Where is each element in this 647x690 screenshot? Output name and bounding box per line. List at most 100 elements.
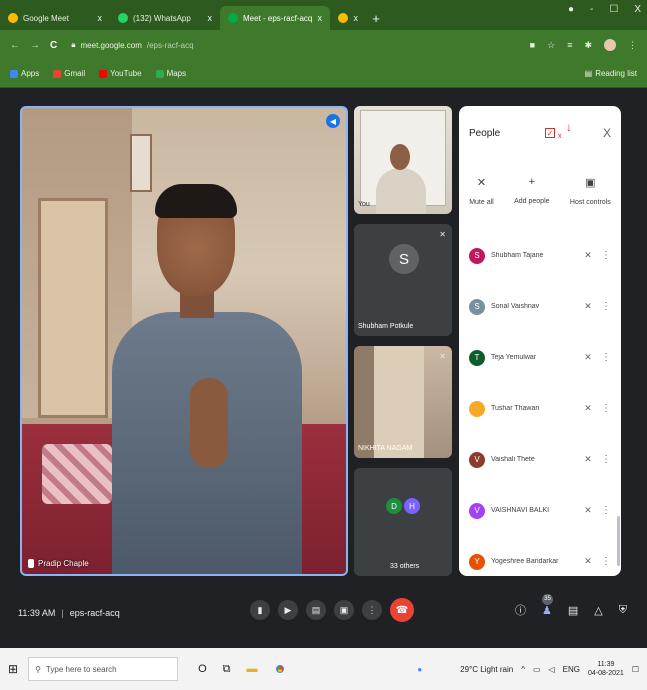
more-options-icon[interactable]: ⋮ bbox=[601, 352, 611, 363]
host-controls-button[interactable]: ⛨ bbox=[619, 604, 627, 617]
speaking-indicator-icon: ◀ bbox=[326, 114, 340, 128]
captions-button[interactable]: ▤ bbox=[306, 600, 326, 620]
bookmark-maps[interactable]: Maps bbox=[155, 69, 186, 78]
bookmark-apps[interactable]: Apps bbox=[10, 69, 39, 78]
present-button[interactable]: ▣ bbox=[334, 600, 354, 620]
participant-video bbox=[112, 184, 302, 574]
mic-off-icon[interactable]: ✕ bbox=[581, 454, 595, 465]
more-options-icon[interactable]: ⋮ bbox=[601, 301, 611, 312]
maps-icon bbox=[155, 69, 164, 78]
mic-off-icon[interactable]: ✕ bbox=[581, 403, 595, 414]
more-options-icon[interactable]: ⋮ bbox=[601, 250, 611, 261]
chrome-icon[interactable] bbox=[273, 662, 288, 676]
panel-actions: ✕ Mute all + Add people ▣ Host controls bbox=[459, 176, 621, 206]
activities-icon: △ bbox=[594, 604, 603, 617]
menu-icon[interactable]: ⋮ bbox=[628, 40, 637, 51]
close-tab-icon[interactable]: x bbox=[354, 13, 359, 23]
host-controls-icon: ▣ bbox=[585, 177, 596, 189]
mute-all-button[interactable]: ✕ Mute all bbox=[469, 176, 494, 206]
close-panel-button[interactable]: X bbox=[603, 126, 611, 140]
tab-meet-call[interactable]: Meet - eps-racf-acq x bbox=[220, 6, 330, 30]
extension-icon[interactable]: ≡ bbox=[567, 40, 572, 50]
back-button[interactable]: ← bbox=[10, 40, 20, 51]
more-options-button[interactable]: ⋮ bbox=[362, 600, 382, 620]
mic-off-icon[interactable]: ✕ bbox=[581, 301, 595, 312]
list-item[interactable]: V Vaishali Thete ✕ ⋮ bbox=[459, 434, 621, 485]
cortana-icon[interactable]: O bbox=[198, 663, 207, 675]
list-item[interactable]: V VAISHNAVI BALKI ✕ ⋮ bbox=[459, 485, 621, 536]
list-item[interactable]: S Shubham Tajane ✕ ⋮ bbox=[459, 230, 621, 281]
profile-dot-icon[interactable]: ● bbox=[568, 4, 574, 15]
tab-whatsapp[interactable]: (132) WhatsApp x bbox=[110, 6, 220, 30]
main-video-tile[interactable]: ◀ Pradip Chaple bbox=[20, 106, 348, 576]
avatar[interactable] bbox=[604, 39, 616, 51]
notifications-icon[interactable]: ☐ bbox=[632, 665, 639, 674]
windows-taskbar: ⊞ ⚲ Type here to search O ⧉ ▬ ● 29°C Lig… bbox=[0, 648, 647, 690]
chat-icon: ▤ bbox=[567, 604, 579, 617]
mic-off-icon[interactable]: ✕ bbox=[581, 505, 595, 516]
add-people-button[interactable]: + Add people bbox=[514, 176, 549, 206]
host-controls-button[interactable]: ▣ Host controls bbox=[570, 176, 611, 206]
mic-off-icon[interactable]: ✕ bbox=[581, 352, 595, 363]
microphone-button[interactable]: ▮ bbox=[250, 600, 270, 620]
close-tab-icon[interactable]: x bbox=[98, 13, 103, 23]
network-icon[interactable]: ▭ bbox=[533, 665, 541, 674]
activities-button[interactable]: △ bbox=[594, 604, 602, 617]
reading-list-button[interactable]: ▤ Reading list bbox=[585, 69, 637, 78]
tab-google-meet[interactable]: Google Meet x bbox=[0, 6, 110, 30]
list-item[interactable]: S Sonal Vaishnav ✕ ⋮ bbox=[459, 281, 621, 332]
mic-off-icon: ✕ bbox=[476, 177, 487, 189]
more-options-icon[interactable]: ⋮ bbox=[601, 454, 611, 465]
avatar: Y bbox=[469, 553, 485, 570]
volume-icon[interactable]: ◁ bbox=[549, 665, 555, 674]
tray-app-icon[interactable]: ● bbox=[417, 665, 422, 674]
leave-call-button[interactable]: ☎ bbox=[390, 598, 414, 622]
bookmark-gmail[interactable]: Gmail bbox=[53, 69, 85, 78]
chat-button[interactable]: ▤ bbox=[568, 604, 578, 617]
chevron-up-icon[interactable]: ^ bbox=[521, 665, 525, 674]
clock[interactable]: 11:39 04-08-2021 bbox=[588, 660, 624, 678]
close-tab-icon[interactable]: x bbox=[208, 13, 213, 23]
star-icon[interactable]: ☆ bbox=[547, 40, 555, 51]
panel-scrollbar[interactable] bbox=[617, 516, 620, 566]
avatar: H bbox=[404, 498, 420, 514]
list-item[interactable]: Y Yogeshree Bandarkar ✕ ⋮ bbox=[459, 536, 621, 587]
list-item[interactable]: Tushar Thawari ✕ ⋮ bbox=[459, 383, 621, 434]
gmail-icon bbox=[53, 69, 62, 78]
others-tile[interactable]: D H 33 others bbox=[354, 468, 452, 576]
self-video-tile[interactable]: You bbox=[354, 106, 452, 214]
tab-favicon-icon bbox=[338, 13, 348, 23]
forward-button[interactable]: → bbox=[30, 40, 40, 51]
people-button[interactable]: 35 ♟ bbox=[542, 593, 553, 617]
new-tab-button[interactable]: + bbox=[366, 6, 386, 30]
file-explorer-icon[interactable]: ▬ bbox=[246, 663, 257, 675]
main-tile-name: Pradip Chaple bbox=[28, 559, 89, 568]
close-tab-icon[interactable]: x bbox=[318, 13, 323, 23]
list-item[interactable]: T Teja Yemulwar ✕ ⋮ bbox=[459, 332, 621, 383]
weather-widget[interactable]: 29°C Light rain bbox=[460, 665, 513, 674]
bookmark-youtube[interactable]: YouTube bbox=[99, 69, 142, 78]
puzzle-icon[interactable]: ✱ bbox=[584, 40, 592, 51]
mic-off-icon[interactable]: ✕ bbox=[581, 556, 595, 567]
mic-off-icon[interactable]: ✕ bbox=[581, 250, 595, 261]
windows-start-icon[interactable]: ⊞ bbox=[8, 662, 18, 676]
minimize-button[interactable]: - bbox=[590, 4, 593, 15]
tab-extra[interactable]: x bbox=[330, 6, 366, 30]
language-indicator[interactable]: ENG bbox=[563, 665, 580, 674]
more-options-icon[interactable]: ⋮ bbox=[601, 556, 611, 567]
search-input[interactable]: ⚲ Type here to search bbox=[28, 657, 179, 681]
close-window-button[interactable]: X bbox=[634, 4, 641, 15]
camera-button[interactable]: ▶ bbox=[278, 600, 298, 620]
participant-tile-shubham[interactable]: S ✕ Shubham Potkule bbox=[354, 224, 452, 336]
more-options-icon[interactable]: ⋮ bbox=[601, 403, 611, 414]
pin-icon bbox=[28, 559, 34, 568]
participant-tile-nikhita[interactable]: ✕ NIKHITA NAGAM bbox=[354, 346, 452, 458]
camera-permission-icon[interactable]: ■ bbox=[530, 40, 535, 50]
url-input[interactable]: 🔒︎ meet.google.com/eps-racf-acq bbox=[67, 35, 520, 55]
meeting-details-button[interactable]: ⓘ bbox=[515, 602, 526, 618]
self-body bbox=[376, 168, 426, 214]
more-options-icon[interactable]: ⋮ bbox=[601, 505, 611, 516]
maximize-button[interactable]: ☐ bbox=[609, 4, 618, 15]
reload-button[interactable]: C bbox=[50, 40, 57, 51]
task-view-icon[interactable]: ⧉ bbox=[223, 663, 231, 676]
